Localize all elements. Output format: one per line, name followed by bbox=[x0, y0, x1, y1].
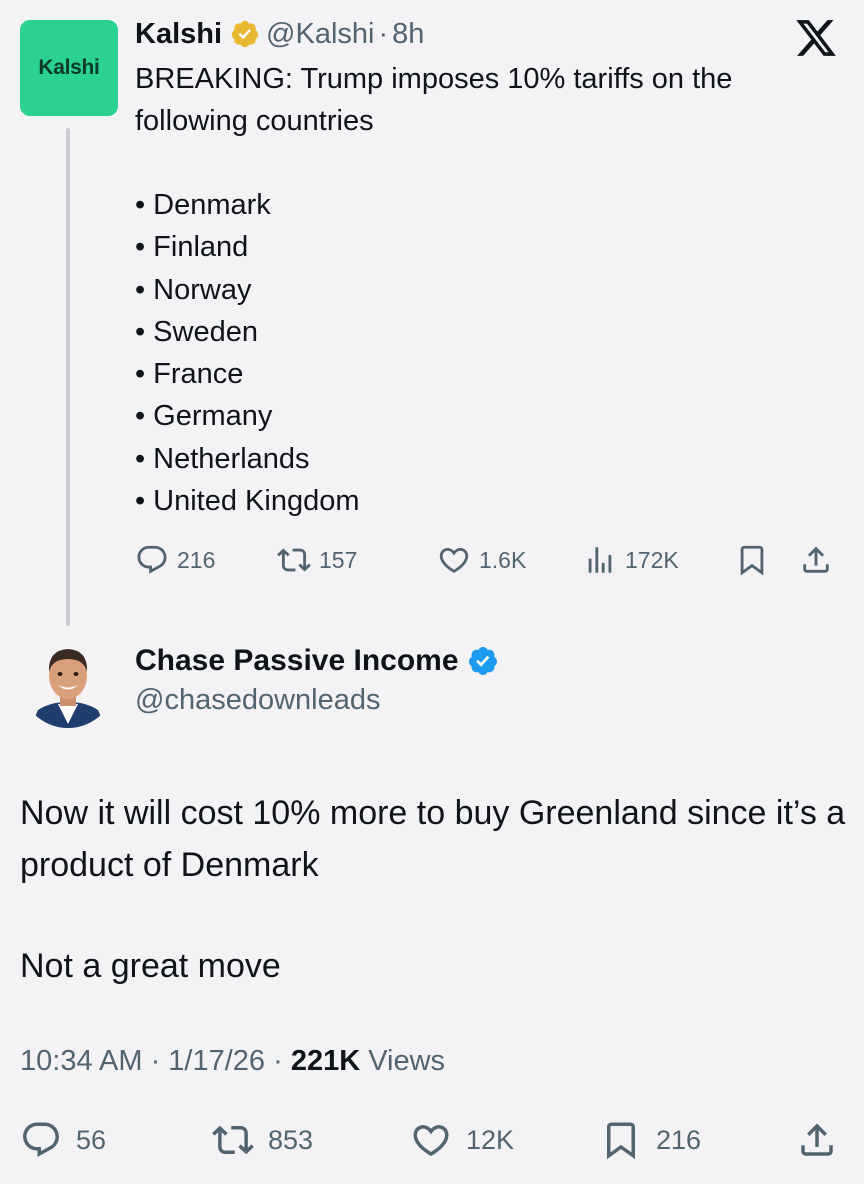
share-button[interactable] bbox=[799, 536, 841, 584]
kalshi-avatar[interactable]: Kalshi bbox=[20, 20, 118, 116]
quoted-tweet-header: Kalshi @Kalshi · 8h bbox=[135, 14, 424, 54]
reply-count: 56 bbox=[76, 1124, 107, 1155]
verified-badge-icon bbox=[468, 647, 497, 675]
like-count: 1.6K bbox=[479, 546, 527, 573]
views-label: Views bbox=[360, 1045, 446, 1077]
reply-button[interactable]: 216 bbox=[135, 536, 215, 584]
bookmark-icon bbox=[740, 545, 764, 576]
thread-line bbox=[66, 128, 70, 626]
bookmark-button[interactable] bbox=[735, 536, 777, 584]
list-item: Netherlands bbox=[135, 438, 360, 480]
list-item: Denmark bbox=[135, 184, 360, 226]
retweet-icon bbox=[277, 548, 311, 572]
x-logo-icon[interactable] bbox=[794, 16, 838, 60]
views-count: 221K bbox=[290, 1045, 361, 1077]
list-item: Sweden bbox=[135, 311, 360, 353]
reply-icon bbox=[137, 545, 167, 574]
like-count: 12K bbox=[466, 1124, 515, 1155]
bookmark-button[interactable]: 216 bbox=[600, 1112, 701, 1168]
views-icon bbox=[588, 547, 612, 573]
views-button[interactable]: 172K bbox=[583, 536, 679, 584]
reply-icon bbox=[23, 1122, 59, 1157]
bookmark-count: 216 bbox=[656, 1124, 702, 1155]
list-item: France bbox=[135, 353, 360, 395]
quoted-tweet-text: BREAKING: Trump imposes 10% tariffs on t… bbox=[135, 63, 733, 137]
tweet-actions: 56 853 12K 216 bbox=[20, 1112, 844, 1168]
country-list: Denmark Finland Norway Sweden France Ger… bbox=[135, 184, 360, 522]
quoted-handle[interactable]: @Kalshi bbox=[266, 18, 374, 51]
retweet-button[interactable]: 157 bbox=[277, 536, 357, 584]
tweet-text-second-paragraph: Not a great move bbox=[20, 947, 281, 985]
share-button[interactable] bbox=[796, 1112, 852, 1168]
kalshi-avatar-text: Kalshi bbox=[38, 56, 100, 79]
quoted-time[interactable]: 8h bbox=[392, 18, 424, 51]
list-item: Norway bbox=[135, 269, 360, 311]
reply-button[interactable]: 56 bbox=[20, 1112, 106, 1168]
author-name-row: Chase Passive Income bbox=[135, 644, 499, 678]
list-item: Germany bbox=[135, 395, 360, 437]
like-button[interactable]: 1.6K bbox=[437, 536, 526, 584]
bookmark-icon bbox=[607, 1122, 635, 1160]
list-item: United Kingdom bbox=[135, 480, 359, 522]
share-icon bbox=[803, 546, 829, 573]
retweet-button[interactable]: 853 bbox=[212, 1112, 313, 1168]
share-icon bbox=[801, 1123, 833, 1156]
retweet-count: 853 bbox=[268, 1124, 314, 1155]
author-handle[interactable]: @chasedownleads bbox=[135, 684, 380, 717]
tweet-meta: 10:34 AM · 1/17/26 · 221K Views bbox=[20, 1045, 445, 1078]
quoted-tweet-actions: 216 157 1.6K 172K bbox=[135, 536, 835, 584]
tweet-text: Now it will cost 10% more to buy Greenla… bbox=[20, 794, 846, 884]
retweet-count: 157 bbox=[319, 546, 358, 573]
quoted-author-name[interactable]: Kalshi bbox=[135, 18, 222, 51]
reply-count: 216 bbox=[177, 546, 216, 573]
like-icon bbox=[439, 547, 469, 573]
profile-photo bbox=[20, 632, 116, 728]
views-count: 172K bbox=[625, 546, 679, 573]
timestamp[interactable]: 10:34 AM · 1/17/26 · bbox=[20, 1045, 291, 1077]
author-name[interactable]: Chase Passive Income bbox=[135, 644, 459, 678]
retweet-icon bbox=[212, 1125, 254, 1155]
list-item: Finland bbox=[135, 226, 360, 268]
avatar[interactable] bbox=[20, 632, 116, 728]
quoted-separator: · bbox=[378, 17, 389, 50]
verified-badge-icon bbox=[231, 20, 259, 48]
like-icon bbox=[413, 1125, 449, 1157]
like-button[interactable]: 12K bbox=[410, 1112, 514, 1168]
